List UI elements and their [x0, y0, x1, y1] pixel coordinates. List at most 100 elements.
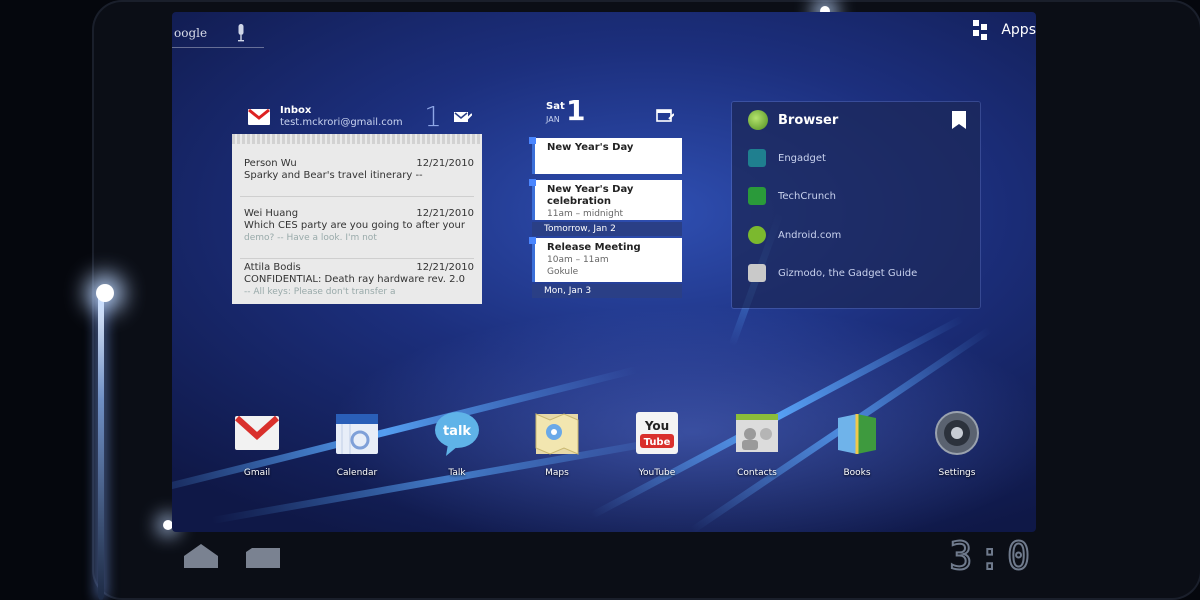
- edge-light: [98, 292, 104, 600]
- app-talk[interactable]: talk Talk: [424, 408, 490, 478]
- android-favicon-icon: [748, 226, 766, 244]
- techcrunch-favicon-icon: [748, 187, 766, 205]
- gizmodo-favicon-icon: [748, 264, 766, 282]
- system-nav-bar: 3:0: [172, 532, 1036, 584]
- month-label: JAN: [546, 115, 560, 124]
- bookmark-item[interactable]: Gizmodo, the Gadget Guide: [748, 263, 917, 283]
- event-marker: [529, 237, 536, 244]
- list-item[interactable]: Wei Huang 12/21/2010 Which CES party are …: [244, 208, 474, 244]
- app-gmail[interactable]: Gmail: [224, 408, 290, 478]
- apps-label: Apps: [1001, 22, 1036, 38]
- app-maps[interactable]: Maps: [524, 408, 590, 478]
- divider: [240, 196, 474, 197]
- inbox-label: Inbox: [280, 105, 312, 116]
- app-books[interactable]: Books: [824, 408, 890, 478]
- day-separator: Tomorrow, Jan 2: [532, 222, 682, 236]
- bookmark-item[interactable]: Android.com: [748, 225, 841, 245]
- google-search-box[interactable]: oogle: [172, 18, 264, 48]
- bookmark-label: Engadget: [778, 152, 826, 164]
- contacts-icon: [736, 414, 778, 452]
- event-time: 10am – 11am: [547, 255, 609, 265]
- youtube-icon: You Tube: [636, 412, 678, 454]
- message-list[interactable]: Person Wu 12/21/2010 Sparky and Bear's tr…: [232, 134, 482, 304]
- mail-subject: Which CES party are you going to after y…: [244, 220, 466, 231]
- app-label: Talk: [448, 468, 466, 478]
- mail-sender: Attila Bodis: [244, 262, 301, 273]
- event-title: New Year's Day celebration: [547, 184, 634, 207]
- engadget-favicon-icon: [748, 149, 766, 167]
- recent-apps-icon[interactable]: [244, 546, 282, 570]
- unread-count: 1: [424, 100, 442, 133]
- bookmark-item[interactable]: Engadget: [748, 148, 826, 168]
- bookmark-icon[interactable]: [952, 111, 966, 129]
- app-settings[interactable]: Settings: [924, 408, 990, 478]
- svg-text:talk: talk: [443, 424, 471, 439]
- day-separator: Mon, Jan 3: [532, 284, 682, 298]
- mail-sender: Wei Huang: [244, 208, 299, 219]
- gmail-widget[interactable]: Inbox test.mckrori@gmail.com 1 Person Wu…: [232, 100, 482, 304]
- account-email: test.mckrori@gmail.com: [280, 117, 403, 128]
- calendar-widget-header[interactable]: Sat JAN 1: [532, 94, 682, 132]
- calendar-icon: [336, 414, 378, 454]
- mail-subject: CONFIDENTIAL: Death ray hardware rev. 2.…: [244, 274, 466, 285]
- browser-title: Browser: [778, 112, 839, 128]
- app-label: Maps: [545, 468, 569, 478]
- browser-globe-icon: [748, 110, 768, 130]
- calendar-event[interactable]: New Year's Day: [532, 138, 682, 174]
- talk-icon: talk: [435, 412, 479, 456]
- android-version-badge: 3:0: [948, 533, 1036, 579]
- home-screen: oogle Apps Inbox test.mckrori@gmail.com …: [172, 12, 1036, 532]
- svg-text:You: You: [644, 419, 669, 433]
- event-title: Release Meeting: [547, 242, 641, 253]
- calendar-event[interactable]: New Year's Day celebration 11am – midnig…: [532, 180, 682, 220]
- day-number: 1: [566, 94, 586, 127]
- maps-icon: [535, 413, 579, 455]
- list-item[interactable]: Person Wu 12/21/2010 Sparky and Bear's tr…: [244, 158, 474, 182]
- app-label: YouTube: [638, 468, 676, 478]
- event-marker: [529, 179, 536, 186]
- bookmark-label: Gizmodo, the Gadget Guide: [778, 267, 918, 279]
- compose-icon[interactable]: [454, 110, 472, 124]
- app-label: Books: [843, 468, 871, 478]
- event-title: New Year's Day: [547, 142, 634, 153]
- calendar-widget[interactable]: Sat JAN 1 New Year's Day New Year's Day …: [529, 94, 682, 312]
- mail-subject: Sparky and Bear's travel itinerary --: [244, 170, 423, 181]
- app-label: Settings: [938, 468, 976, 478]
- settings-icon: [935, 411, 979, 455]
- mail-date: 12/21/2010: [416, 158, 474, 169]
- list-item[interactable]: Attila Bodis 12/21/2010 CONFIDENTIAL: Dea…: [244, 262, 474, 298]
- bookmark-label: Android.com: [778, 229, 842, 241]
- home-icon[interactable]: [182, 542, 220, 570]
- apps-grid-icon: [973, 20, 993, 40]
- microphone-icon[interactable]: [236, 24, 246, 42]
- app-youtube[interactable]: You Tube YouTube: [624, 408, 690, 478]
- mail-snippet: -- All keys: Please don't transfer a: [244, 287, 396, 297]
- browser-widget-header[interactable]: Browser: [732, 102, 980, 138]
- app-label: Contacts: [737, 468, 777, 478]
- event-location: Gokule: [547, 267, 579, 277]
- new-event-icon[interactable]: [656, 108, 674, 122]
- bookmark-item[interactable]: TechCrunch: [748, 186, 836, 206]
- event-time: 11am – midnight: [547, 209, 624, 219]
- svg-text:Tube: Tube: [644, 437, 671, 448]
- gmail-envelope-icon: [248, 109, 270, 125]
- gmail-widget-header[interactable]: Inbox test.mckrori@gmail.com 1: [232, 100, 482, 134]
- mail-sender: Person Wu: [244, 158, 297, 169]
- light-flare: [96, 284, 114, 302]
- apps-button[interactable]: Apps: [973, 18, 1036, 42]
- books-icon: [838, 414, 876, 454]
- bookmark-label: TechCrunch: [778, 190, 837, 202]
- app-label: Calendar: [336, 468, 378, 478]
- mail-snippet: demo? -- Have a look. I'm not: [244, 233, 377, 243]
- google-logo: oogle: [174, 25, 208, 40]
- event-marker: [529, 137, 536, 144]
- app-calendar[interactable]: Calendar: [324, 408, 390, 478]
- app-contacts[interactable]: Contacts: [724, 408, 790, 478]
- calendar-event[interactable]: Release Meeting 10am – 11am Gokule: [532, 238, 682, 282]
- mail-date: 12/21/2010: [416, 262, 474, 273]
- app-label: Gmail: [243, 468, 271, 478]
- divider: [240, 258, 474, 259]
- browser-bookmarks-widget[interactable]: Browser Engadget TechCrunch Android.com …: [732, 102, 980, 308]
- weekday-label: Sat: [546, 101, 565, 112]
- mail-date: 12/21/2010: [416, 208, 474, 219]
